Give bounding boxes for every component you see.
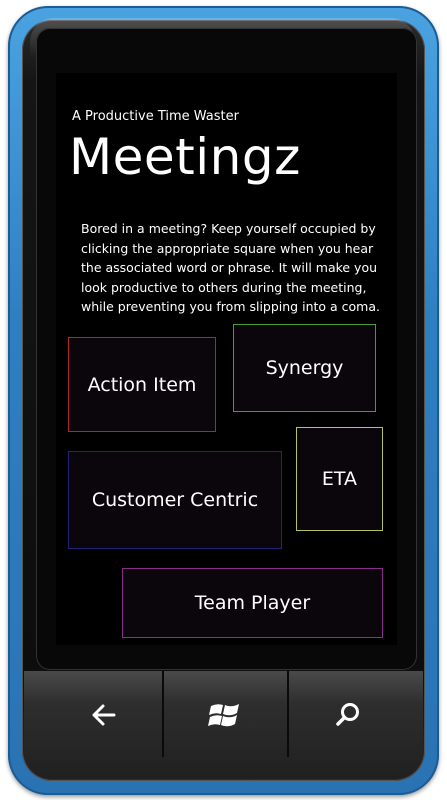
tile-label: ETA [321,468,358,490]
tile-label: Team Player [194,592,311,614]
tile-label: Synergy [265,357,344,379]
start-button[interactable] [197,690,253,740]
back-arrow-icon [92,704,116,726]
tile-label: Customer Centric [91,489,259,511]
tile-action-item[interactable]: Action Item [68,337,216,432]
tile-team-player[interactable]: Team Player [122,568,383,638]
windows-logo-icon [208,704,239,727]
hardware-divider [162,671,164,757]
hardware-divider [287,671,289,757]
tile-customer-centric[interactable]: Customer Centric [68,451,282,549]
search-icon [336,703,359,726]
app-description: Bored in a meeting? Keep yourself occupi… [81,221,380,314]
tile-synergy[interactable]: Synergy [233,324,376,412]
back-button[interactable] [76,690,132,740]
search-button[interactable] [320,690,376,740]
tile-label: Action Item [87,373,197,396]
tile-eta[interactable]: ETA [296,427,383,531]
app-subtitle: A Productive Time Waster [72,109,239,124]
page-title: Meetingz [69,128,301,186]
